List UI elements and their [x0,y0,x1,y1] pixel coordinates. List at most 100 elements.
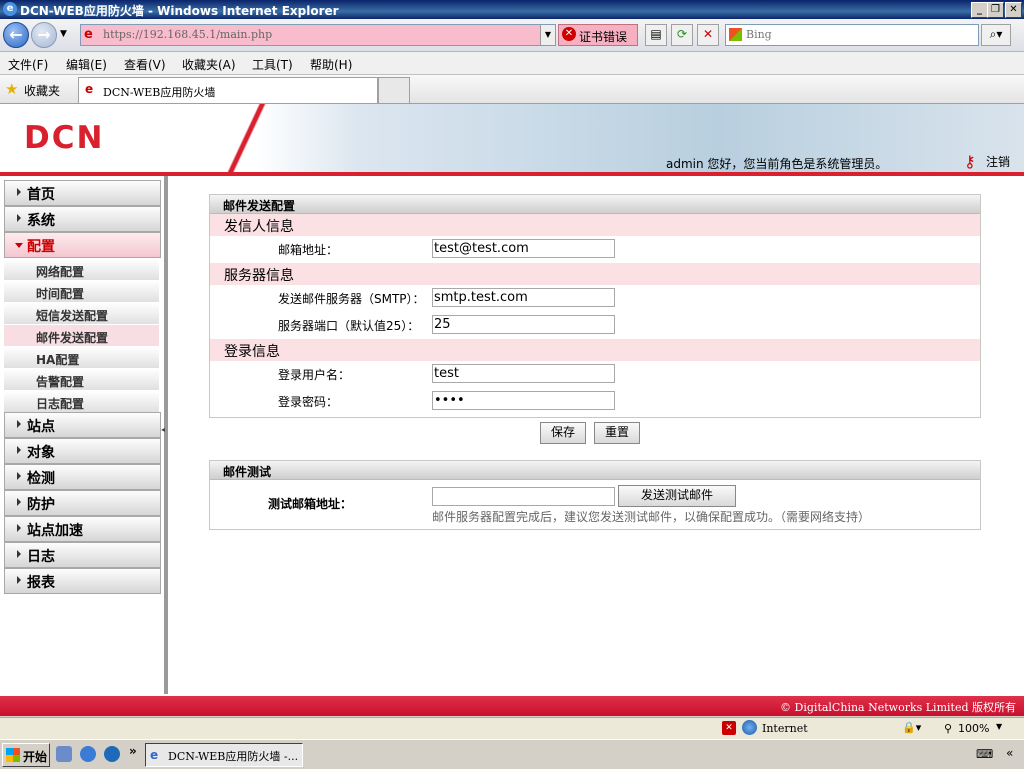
chevron-right-icon [17,446,21,454]
new-tab-button[interactable] [378,77,410,103]
sidebar-sub-time[interactable]: 时间配置 [4,281,159,302]
email-field[interactable]: test@test.com [432,239,615,258]
welcome-text: admin 您好，您当前角色是系统管理员。 [666,157,888,171]
tab-title: DCN-WEB应用防火墙 [103,86,216,99]
chevron-right-icon [17,472,21,480]
mail-test-header: 邮件测试 [210,461,980,480]
collapse-sidebar-icon[interactable]: ◂ [161,425,165,434]
sidebar-sub-mail[interactable]: 邮件发送配置 [4,325,159,346]
menu-view[interactable]: 查看(V) [124,56,166,73]
chevron-right-icon [17,188,21,196]
sidebar: 首页 系统 配置 网络配置 时间配置 短信发送配置 邮件发送配置 HA配置 告警… [0,176,168,694]
test-email-field[interactable] [432,487,615,506]
start-button[interactable]: 开始 [2,743,50,767]
sidebar-item-site-accel[interactable]: 站点加速 [4,516,161,542]
menu-file[interactable]: 文件(F) [8,56,48,73]
window-title: DCN-WEB应用防火墙 - Windows Internet Explorer [20,4,339,18]
chevron-right-icon [17,498,21,506]
search-input[interactable]: Bing [725,24,979,46]
address-text: https://192.168.45.1/main.php [103,28,273,41]
minimize-button[interactable]: _ [971,2,988,18]
menu-tools[interactable]: 工具(T) [252,56,293,73]
browser-toolbar: ← → ▼ e https://192.168.45.1/main.php ▼ … [0,19,1024,52]
quicklaunch-more-icon[interactable]: » [129,744,137,758]
forward-button[interactable]: → [31,22,57,48]
main-content: 邮件发送配置 发信人信息 邮箱地址： test@test.com 服务器信息 发… [168,176,1024,694]
search-placeholder: Bing [746,28,772,41]
close-window-button[interactable]: ✕ [1005,2,1022,18]
refresh-icon[interactable]: ⟳ [671,24,693,46]
save-button[interactable]: 保存 [540,422,586,444]
ie-icon: e [3,2,17,16]
sidebar-item-config[interactable]: 配置 [4,232,161,258]
stop-icon[interactable]: ✕ [697,24,719,46]
quicklaunch-desktop-icon[interactable] [56,746,72,762]
browser-tab[interactable]: e DCN-WEB应用防火墙 [78,77,378,103]
copyright-text: © DigitalChina Networks Limited 版权所有 [780,701,1016,714]
menu-help[interactable]: 帮助(H) [310,56,352,73]
sidebar-item-protect[interactable]: 防护 [4,490,161,516]
certificate-error-button[interactable]: ✕ 证书错误 [558,24,638,46]
zoom-dropdown-icon[interactable]: ▼ [996,722,1002,731]
zoom-level[interactable]: 100% [958,722,989,735]
favorites-button[interactable]: 收藏夹 [24,82,60,99]
smtp-field[interactable]: smtp.test.com [432,288,615,307]
web-page: DCN admin 您好，您当前角色是系统管理员。 ⚷ 注销 首页 系统 配置 … [0,104,1024,716]
chevron-right-icon [17,576,21,584]
keyboard-tray-icon[interactable]: ⌨ [976,747,993,761]
sidebar-sub-sms[interactable]: 短信发送配置 [4,303,159,324]
sidebar-item-detect[interactable]: 检测 [4,464,161,490]
sidebar-sub-ha[interactable]: HA配置 [4,347,159,368]
maximize-button[interactable]: ❐ [987,2,1004,18]
page-footer: © DigitalChina Networks Limited 版权所有 [0,696,1024,716]
sidebar-item-system[interactable]: 系统 [4,206,161,232]
quicklaunch-ie-icon[interactable] [80,746,96,762]
mail-test-panel: 邮件测试 测试邮箱地址： 发送测试邮件 邮件服务器配置完成后，建议您发送测试邮件… [209,460,981,530]
sidebar-sub-log[interactable]: 日志配置 [4,391,159,412]
favorites-bar: ★ 收藏夹 e DCN-WEB应用防火墙 [0,75,1024,104]
compatibility-icon[interactable]: ▤ [645,24,667,46]
reset-button[interactable]: 重置 [594,422,640,444]
email-label: 邮箱地址： [278,243,339,257]
globe-icon [742,720,757,735]
dcn-logo: DCN [24,120,105,156]
taskbar-ie-window[interactable]: e DCN-WEB应用防火墙 -... [145,743,303,767]
mail-config-panel: 邮件发送配置 发信人信息 邮箱地址： test@test.com 服务器信息 发… [209,194,981,418]
menu-edit[interactable]: 编辑(E) [66,56,107,73]
key-icon: ⚷ [964,152,976,171]
tab-site-icon: e [85,82,94,96]
test-hint-text: 邮件服务器配置完成后，建议您发送测试邮件，以确保配置成功。（需要网络支持） [432,510,871,524]
sidebar-item-home[interactable]: 首页 [4,180,161,206]
window-title-bar: e DCN-WEB应用防火墙 - Windows Internet Explor… [0,0,1024,19]
login-section: 登录信息 [210,339,980,361]
search-icon[interactable]: ⌕▾ [981,24,1011,46]
chevron-right-icon [17,550,21,558]
cert-error-label: 证书错误 [579,30,628,44]
sidebar-sub-network[interactable]: 网络配置 [4,259,159,280]
port-field[interactable]: 25 [432,315,615,334]
quicklaunch-media-icon[interactable] [104,746,120,762]
sidebar-sub-alarm[interactable]: 告警配置 [4,369,159,390]
username-field[interactable]: test [432,364,615,383]
sidebar-item-logs[interactable]: 日志 [4,542,161,568]
send-test-mail-button[interactable]: 发送测试邮件 [618,485,736,507]
logout-link[interactable]: 注销 [986,153,1010,170]
history-dropdown-icon[interactable]: ▼ [60,29,67,39]
taskbar-item-label: DCN-WEB应用防火墙 -... [168,750,299,763]
zone-text: Internet [762,722,808,735]
menu-favorites[interactable]: 收藏夹(A) [182,56,236,73]
browser-status-bar: ✕ Internet 🔒▾ ⚲ 100% ▼ [0,717,1024,740]
banner-decoration [222,104,282,172]
address-bar[interactable]: e https://192.168.45.1/main.php ▼ [80,24,556,46]
shield-error-icon: ✕ [562,27,576,41]
password-field[interactable] [432,391,615,410]
sidebar-item-object[interactable]: 对象 [4,438,161,464]
sidebar-item-site[interactable]: 站点 [4,412,161,438]
sidebar-item-report[interactable]: 报表 [4,568,161,594]
back-button[interactable]: ← [3,22,29,48]
protected-mode-icon[interactable]: 🔒▾ [902,721,921,734]
blocked-icon: ✕ [722,721,736,735]
taskbar-ie-icon: e [150,748,159,762]
tray-expand-icon[interactable]: « [1006,746,1013,760]
address-dropdown-icon[interactable]: ▼ [540,25,555,45]
